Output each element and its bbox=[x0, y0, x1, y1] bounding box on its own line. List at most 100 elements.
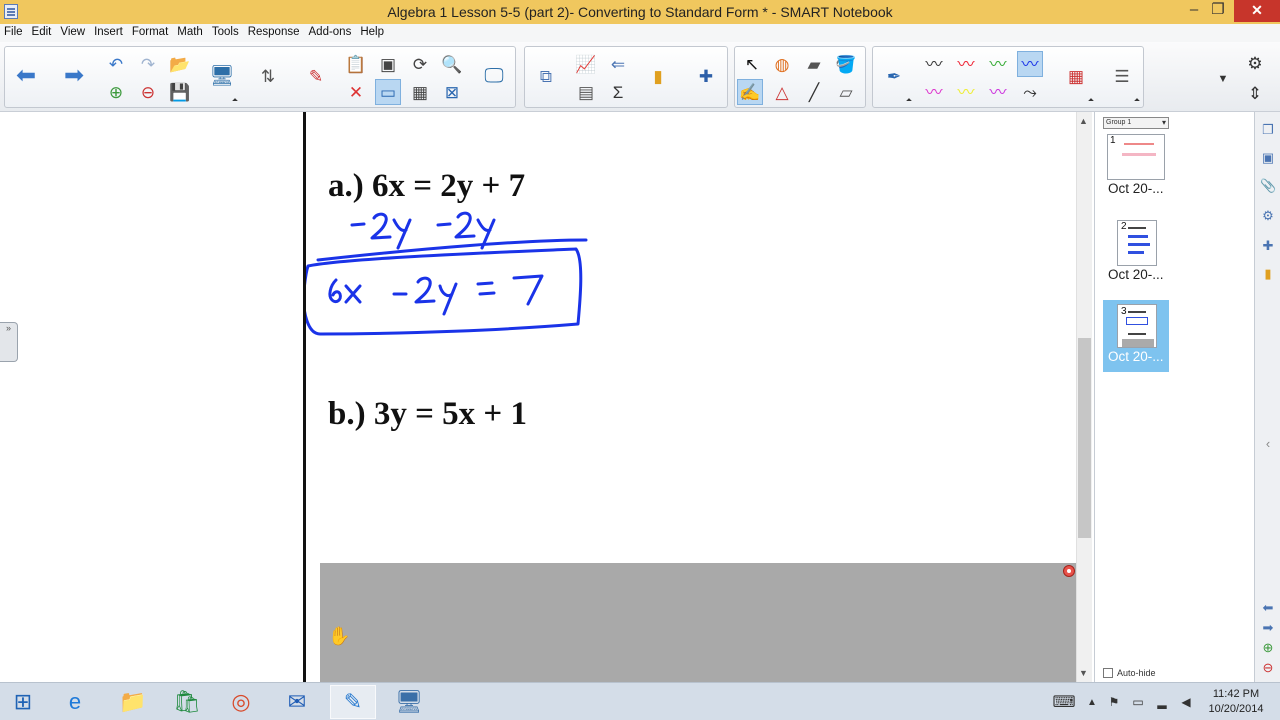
open-file-icon[interactable]: 📂 bbox=[167, 51, 193, 77]
clear-ink-icon[interactable]: ✎ bbox=[303, 63, 329, 89]
close-button[interactable]: ✕ bbox=[1234, 0, 1280, 22]
menu-addons[interactable]: Add-ons bbox=[309, 24, 352, 42]
equation-icon[interactable]: ⧉ bbox=[533, 63, 559, 89]
measurement-icon[interactable]: ⇐ bbox=[605, 51, 631, 77]
previous-page-icon[interactable]: ⬅ bbox=[13, 63, 39, 89]
page-thumbnail-3[interactable]: 3 Oct 20-... bbox=[1103, 300, 1169, 372]
page-sorter-tab-icon[interactable]: ❐ bbox=[1260, 122, 1276, 138]
menu-response[interactable]: Response bbox=[248, 24, 300, 42]
view-screens-icon[interactable]: 🖥 bbox=[209, 63, 235, 89]
redo-icon[interactable]: ↷ bbox=[135, 51, 161, 77]
undo-icon[interactable]: ↶ bbox=[103, 51, 129, 77]
addons-puzzle-icon[interactable]: ✚ bbox=[693, 63, 719, 89]
chrome-icon[interactable]: ◎ bbox=[218, 685, 264, 719]
pen-style-yellow-icon[interactable]: 〰 bbox=[953, 79, 979, 105]
screen-shade-icon[interactable]: ▭ bbox=[375, 79, 401, 105]
shapes-icon[interactable]: △ bbox=[769, 79, 795, 105]
activity-builder-icon[interactable]: ▮ bbox=[645, 63, 671, 89]
shape-recognition-icon[interactable]: ▱ bbox=[833, 79, 859, 105]
menu-edit[interactable]: Edit bbox=[32, 24, 52, 42]
show-hidden-icons-icon[interactable]: ▲ bbox=[1082, 685, 1102, 719]
math-table-icon[interactable]: ▤ bbox=[573, 79, 599, 105]
vertical-scrollbar[interactable]: ▲ ▼ bbox=[1076, 112, 1092, 682]
touch-keyboard-icon[interactable]: ⌨ bbox=[1046, 685, 1082, 719]
internet-explorer-icon[interactable]: e bbox=[52, 685, 98, 719]
color-palette-caret-icon[interactable] bbox=[1088, 98, 1094, 104]
menu-file[interactable]: File bbox=[4, 24, 23, 42]
handwriting-ink-layer[interactable] bbox=[306, 112, 1076, 562]
rotate-icon[interactable]: ⟳ bbox=[407, 51, 433, 77]
add-page-icon[interactable]: ⊕ bbox=[103, 79, 129, 105]
document-camera-icon[interactable]: ⇅ bbox=[255, 63, 281, 89]
pen-style-red-icon[interactable]: 〰 bbox=[953, 51, 979, 77]
store-icon[interactable]: 🛍 bbox=[164, 685, 210, 719]
pen-style-blue-icon[interactable]: 〰 bbox=[1017, 51, 1043, 77]
scroll-up-icon[interactable]: ▲ bbox=[1079, 116, 1088, 126]
pen-type-icon[interactable]: ✒ bbox=[881, 63, 907, 89]
delete-icon[interactable]: ✕ bbox=[343, 79, 369, 105]
next-page-icon[interactable]: ➡ bbox=[61, 63, 87, 89]
menu-insert[interactable]: Insert bbox=[94, 24, 123, 42]
select-pointer-icon[interactable]: ↖ bbox=[739, 51, 765, 77]
settings-gear-icon[interactable]: ⚙ bbox=[1242, 50, 1268, 76]
toolbar-position-icon[interactable]: ⇕ bbox=[1242, 80, 1268, 106]
line-style-icon[interactable]: ☰ bbox=[1109, 63, 1135, 89]
line-icon[interactable]: ╱ bbox=[801, 79, 827, 105]
scroll-down-icon[interactable]: ▼ bbox=[1079, 668, 1088, 678]
attachments-tab-icon[interactable]: 📎 bbox=[1260, 178, 1276, 194]
eraser-icon[interactable]: ▰ bbox=[801, 51, 827, 77]
pen-style-green-icon[interactable]: 〰 bbox=[985, 51, 1011, 77]
sidebar-add-page-icon[interactable]: ⊕ bbox=[1260, 640, 1276, 656]
properties-tab-icon[interactable]: ⚙ bbox=[1260, 208, 1276, 224]
screen-shade-close-icon[interactable] bbox=[1063, 565, 1075, 577]
paste-icon[interactable]: 📋 bbox=[343, 51, 369, 77]
pen-type-caret-icon[interactable] bbox=[906, 98, 912, 104]
pen-style-magenta-icon[interactable]: 〰 bbox=[921, 79, 947, 105]
auto-hide-toggle[interactable]: Auto-hide bbox=[1103, 668, 1156, 678]
scrollbar-thumb[interactable] bbox=[1078, 338, 1091, 538]
smart-tools-icon[interactable]: 🖥 bbox=[386, 685, 432, 719]
network-icon[interactable]: ▂ bbox=[1152, 685, 1172, 719]
pen-style-dashed-icon[interactable]: 〰 bbox=[985, 79, 1011, 105]
screen-capture-icon[interactable]: ▣ bbox=[375, 51, 401, 77]
display-icon[interactable]: 🖵 bbox=[481, 63, 507, 89]
zoom-icon[interactable]: 🔍 bbox=[439, 51, 465, 77]
toolbar-more-icon[interactable]: ▼ bbox=[1210, 66, 1236, 92]
pen-style-black-icon[interactable]: 〰 bbox=[921, 51, 947, 77]
pens-icon[interactable]: ✍ bbox=[737, 79, 763, 105]
sidebar-delete-page-icon[interactable]: ⊖ bbox=[1260, 660, 1276, 676]
page-thumbnail-1[interactable]: 1 Oct 20-... bbox=[1103, 132, 1169, 204]
notebook-page-canvas[interactable]: a.) 6x = 2y + 7 b.) 3y = 5x + 1 ✋ bbox=[306, 112, 1076, 682]
panel-expand-icon[interactable]: ‹ bbox=[1260, 436, 1276, 452]
restore-button[interactable]: ❐ bbox=[1202, 0, 1234, 22]
view-screens-caret-icon[interactable] bbox=[232, 98, 238, 104]
line-style-caret-icon[interactable] bbox=[1134, 98, 1140, 104]
group-selector[interactable]: Group 1 bbox=[1103, 117, 1169, 129]
menu-math[interactable]: Math bbox=[177, 24, 203, 42]
menu-format[interactable]: Format bbox=[132, 24, 168, 42]
gallery-tab-icon[interactable]: ▣ bbox=[1260, 150, 1276, 166]
start-windows-icon[interactable]: ⊞ bbox=[0, 685, 46, 719]
magic-pen-icon[interactable]: ◍ bbox=[769, 51, 795, 77]
full-screen-icon[interactable]: ⊠ bbox=[439, 79, 465, 105]
flag-notification-icon[interactable]: ⚑ bbox=[1104, 685, 1124, 719]
sigma-icon[interactable]: Σ bbox=[605, 79, 631, 105]
problem-b-text[interactable]: b.) 3y = 5x + 1 bbox=[328, 396, 527, 433]
menu-help[interactable]: Help bbox=[360, 24, 384, 42]
delete-page-icon[interactable]: ⊖ bbox=[135, 79, 161, 105]
file-explorer-icon[interactable]: 📁 bbox=[110, 685, 156, 719]
sidebar-prev-page-icon[interactable]: ⬅ bbox=[1260, 600, 1276, 616]
color-palette-icon[interactable]: ▦ bbox=[1063, 63, 1089, 89]
sidebar-next-page-icon[interactable]: ➡ bbox=[1260, 620, 1276, 636]
power-icon[interactable]: ▭ bbox=[1128, 685, 1148, 719]
side-panel-toggle[interactable]: » bbox=[0, 322, 18, 362]
outlook-icon[interactable]: ✉ bbox=[274, 685, 320, 719]
volume-icon[interactable]: ◀ bbox=[1176, 685, 1196, 719]
graph-icon[interactable]: 📈 bbox=[573, 51, 599, 77]
menu-view[interactable]: View bbox=[60, 24, 85, 42]
lesson-activity-tab-icon[interactable]: ▮ bbox=[1260, 266, 1276, 282]
addons-tab-icon[interactable]: ✚ bbox=[1260, 238, 1276, 254]
auto-hide-checkbox[interactable] bbox=[1103, 668, 1113, 678]
system-clock[interactable]: 11:42 PM 10/20/2014 bbox=[1206, 687, 1266, 717]
fill-icon[interactable]: 🪣 bbox=[833, 51, 859, 77]
